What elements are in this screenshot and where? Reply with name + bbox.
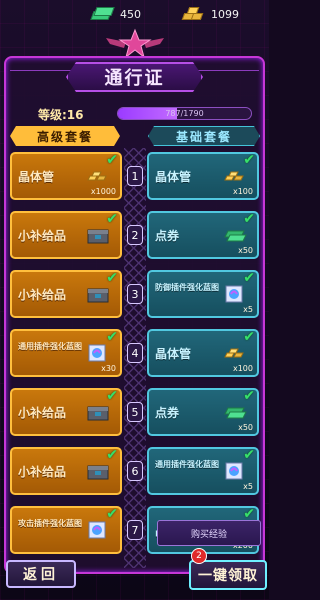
- reward-row: 小补给品 ✔ 6 通用插件强化蓝图 x5 ✔: [10, 447, 260, 499]
- reward-card-basic[interactable]: 晶体管 x100 ✔: [147, 329, 259, 377]
- reward-card-premium[interactable]: 小补给品 ✔: [10, 388, 122, 436]
- gold-bars-icon: [86, 166, 110, 186]
- claimed-check-icon: ✔: [243, 388, 255, 404]
- blueprint-icon: [86, 343, 110, 363]
- cash-stack-icon: [90, 7, 115, 21]
- blueprint-icon: [223, 284, 247, 304]
- supply-crate-icon: [86, 225, 110, 245]
- claimed-check-icon: ✔: [106, 211, 118, 227]
- claimed-check-icon: ✔: [106, 270, 118, 286]
- reward-row: 晶体管 x1000 ✔ 1 晶体管 x100 ✔: [10, 152, 260, 204]
- claimed-check-icon: ✔: [243, 152, 255, 168]
- level-label: 等级:16: [38, 108, 84, 122]
- reward-row: 小补给品 ✔ 5 点券 x50 ✔: [10, 388, 260, 440]
- reward-card-basic[interactable]: 通用插件强化蓝图 x5 ✔: [147, 447, 259, 495]
- level-number: 6: [127, 461, 143, 481]
- reward-card-basic[interactable]: 点券 x50 ✔: [147, 211, 259, 259]
- claimed-check-icon: ✔: [106, 506, 118, 522]
- reward-card-premium[interactable]: 晶体管 x1000 ✔: [10, 152, 122, 200]
- gold-bars-icon: [223, 166, 247, 186]
- blueprint-icon: [86, 520, 110, 540]
- level-number: 1: [127, 166, 143, 186]
- page-title: 通行证: [66, 62, 203, 92]
- level-number: 3: [127, 284, 143, 304]
- level-number: 5: [127, 402, 143, 422]
- level-number: 7: [127, 520, 143, 540]
- claimed-check-icon: ✔: [243, 211, 255, 227]
- reward-quantity: x5: [243, 482, 253, 491]
- reward-name: 防御插件强化蓝图: [155, 283, 219, 292]
- reward-quantity: x100: [232, 187, 253, 196]
- claimed-check-icon: ✔: [106, 152, 118, 168]
- claimed-check-icon: ✔: [106, 329, 118, 345]
- reward-name: 晶体管: [18, 170, 55, 184]
- claimed-check-icon: ✔: [106, 388, 118, 404]
- back-button[interactable]: 返回: [6, 560, 76, 588]
- gold-bars-icon: [181, 7, 205, 21]
- reward-card-premium[interactable]: 攻击插件强化蓝图 ✔: [10, 506, 122, 554]
- buy-exp-button[interactable]: 购买经验: [157, 520, 261, 546]
- blueprint-icon: [223, 461, 247, 481]
- cash-stack-icon: [223, 225, 247, 245]
- level-number: 4: [127, 343, 143, 363]
- reward-name: 晶体管: [155, 170, 192, 184]
- level-number: 2: [127, 225, 143, 245]
- reward-card-premium[interactable]: 小补给品 ✔: [10, 211, 122, 259]
- reward-card-premium[interactable]: 通用插件强化蓝图 x30 ✔: [10, 329, 122, 377]
- tier-premium-header: 高级套餐: [10, 126, 120, 146]
- reward-name: 攻击插件强化蓝图: [18, 519, 82, 528]
- claim-count-badge: 2: [191, 548, 207, 564]
- gold-balance: 1099: [181, 4, 239, 24]
- tier-basic-header: 基础套餐: [148, 126, 260, 146]
- reward-card-basic[interactable]: 防御插件强化蓝图 x5 ✔: [147, 270, 259, 318]
- reward-row: 通用插件强化蓝图 x30 ✔ 4 晶体管 x100 ✔: [10, 329, 260, 381]
- gold-bars-icon: [223, 343, 247, 363]
- reward-name: 小补给品: [18, 465, 67, 479]
- supply-crate-icon: [86, 402, 110, 422]
- claimed-check-icon: ✔: [243, 270, 255, 286]
- reward-name: 点券: [155, 406, 180, 420]
- claimed-check-icon: ✔: [243, 447, 255, 463]
- reward-quantity: x50: [238, 246, 253, 255]
- reward-name: 通用插件强化蓝图: [18, 342, 82, 351]
- reward-quantity: x5: [243, 305, 253, 314]
- claim-all-button[interactable]: 一键领取: [189, 560, 267, 590]
- reward-card-premium[interactable]: 小补给品 ✔: [10, 270, 122, 318]
- reward-name: 点券: [155, 229, 180, 243]
- xp-progress-text: 787/1790: [165, 109, 204, 118]
- reward-quantity: x100: [232, 364, 253, 373]
- reward-card-basic[interactable]: 点券 x50 ✔: [147, 388, 259, 436]
- reward-quantity: x50: [238, 423, 253, 432]
- reward-name: 通用插件强化蓝图: [155, 460, 219, 469]
- supply-crate-icon: [86, 461, 110, 481]
- claimed-check-icon: ✔: [106, 447, 118, 463]
- reward-quantity: x1000: [90, 187, 116, 196]
- cash-stack-icon: [223, 402, 247, 422]
- reward-row: 小补给品 ✔ 2 点券 x50 ✔: [10, 211, 260, 263]
- cash-value: 450: [120, 7, 141, 21]
- supply-crate-icon: [86, 284, 110, 304]
- cash-balance: 450: [90, 4, 141, 24]
- reward-name: 晶体管: [155, 347, 192, 361]
- reward-name: 小补给品: [18, 406, 67, 420]
- reward-name: 小补给品: [18, 229, 67, 243]
- reward-card-premium[interactable]: 小补给品 ✔: [10, 447, 122, 495]
- reward-quantity: x30: [101, 364, 116, 373]
- reward-row: 小补给品 ✔ 3 防御插件强化蓝图 x5 ✔: [10, 270, 260, 322]
- reward-name: 小补给品: [18, 288, 67, 302]
- claimed-check-icon: ✔: [243, 329, 255, 345]
- gold-value: 1099: [211, 7, 239, 21]
- reward-card-basic[interactable]: 晶体管 x100 ✔: [147, 152, 259, 200]
